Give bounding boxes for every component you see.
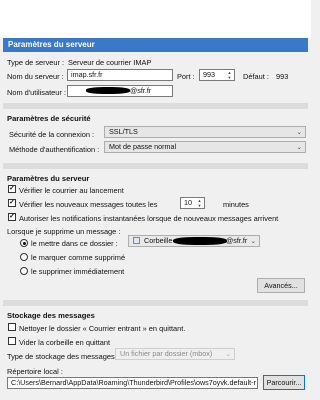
advanced-button[interactable]: Avancés... bbox=[257, 278, 305, 293]
port-input[interactable]: 993 ▲ ▼ bbox=[199, 69, 235, 81]
port-label: Port : bbox=[177, 72, 195, 81]
move-to-folder-label: le mettre dans ce dossier : bbox=[31, 239, 118, 248]
port-value: 993 bbox=[203, 70, 215, 79]
server-name-input[interactable]: imap.sfr.fr bbox=[67, 69, 173, 81]
push-notification-label: Autoriser les notifications instantanées… bbox=[19, 214, 279, 223]
empty-trash-label: Vider la corbeille en quittant bbox=[19, 338, 111, 347]
chevron-down-icon: ⌄ bbox=[225, 351, 231, 358]
connection-security-select[interactable]: SSL/TLS ⌄ bbox=[104, 126, 306, 138]
clean-inbox-checkbox[interactable] bbox=[8, 323, 16, 331]
check-every-label: Vérifier les nouveaux messages toutes le… bbox=[19, 200, 158, 209]
check-every-suffix: minutes bbox=[223, 200, 249, 209]
check-every-checkbox[interactable]: ✓ bbox=[8, 199, 16, 207]
storage-heading: Stockage des messages bbox=[7, 311, 95, 320]
move-to-folder-radio[interactable] bbox=[20, 239, 28, 247]
connection-security-label: Sécurité de la connexion : bbox=[9, 130, 95, 139]
clean-inbox-label: Nettoyer le dossier « Courrier entrant »… bbox=[19, 324, 186, 333]
trash-folder-suffix: @sfr.fr bbox=[226, 236, 248, 245]
auth-method-label: Méthode d'authentification : bbox=[9, 145, 100, 154]
port-stepper-icon[interactable]: ▲ ▼ bbox=[226, 70, 233, 80]
server-settings-title: Paramètres du serveur bbox=[3, 38, 308, 52]
empty-trash-checkbox[interactable] bbox=[8, 337, 16, 345]
redaction-mark bbox=[86, 87, 130, 94]
username-label: Nom d'utilisateur : bbox=[7, 88, 66, 97]
storage-type-select: Un fichier par dossier (mbox) ⌄ bbox=[115, 348, 235, 360]
username-input[interactable]: @sfr.fr bbox=[67, 85, 173, 97]
delete-behavior-label: Lorsque je supprime un message : bbox=[7, 227, 121, 236]
chevron-down-icon: ⌄ bbox=[296, 129, 302, 136]
chevron-down-icon: ⌄ bbox=[250, 238, 256, 245]
mark-deleted-radio[interactable] bbox=[20, 253, 28, 261]
check-startup-checkbox[interactable]: ✓ bbox=[8, 185, 16, 193]
browse-button[interactable]: Parcourir... bbox=[263, 375, 305, 390]
check-interval-value: 10 bbox=[184, 198, 192, 207]
default-port-label: Défaut : bbox=[243, 72, 269, 81]
connection-security-value: SSL/TLS bbox=[109, 127, 138, 136]
auth-method-select[interactable]: Mot de passe normal ⌄ bbox=[104, 141, 306, 153]
chevron-down-icon: ⌄ bbox=[296, 144, 302, 151]
default-port-value: 993 bbox=[276, 72, 289, 81]
trash-folder-icon bbox=[133, 237, 140, 244]
mark-deleted-label: le marquer comme supprimé bbox=[31, 253, 126, 262]
trash-folder-value: Corbeille bbox=[144, 236, 173, 245]
push-notification-checkbox[interactable]: ✓ bbox=[8, 213, 16, 221]
delete-immediately-radio[interactable] bbox=[20, 267, 28, 275]
storage-type-label: Type de stockage des messages : bbox=[7, 352, 119, 361]
redaction-mark bbox=[173, 237, 227, 245]
check-startup-label: Vérifier le courrier au lancement bbox=[19, 186, 124, 195]
interval-stepper-icon[interactable]: ▲ ▼ bbox=[196, 198, 203, 208]
settings-heading: Paramètres du serveur bbox=[7, 174, 90, 183]
server-type-value: Serveur de courrier IMAP bbox=[68, 58, 152, 67]
server-type-label: Type de serveur : bbox=[7, 58, 65, 67]
local-dir-label: Répertoire local : bbox=[7, 367, 63, 376]
top-blank bbox=[0, 0, 311, 38]
auth-method-value: Mot de passe normal bbox=[109, 142, 177, 151]
username-value: @sfr.fr bbox=[130, 86, 152, 95]
check-interval-input[interactable]: 10 ▲ ▼ bbox=[180, 197, 205, 209]
security-heading: Paramètres de sécurité bbox=[7, 114, 91, 123]
storage-type-value: Un fichier par dossier (mbox) bbox=[120, 349, 213, 358]
delete-immediately-label: le supprimer immédiatement bbox=[31, 267, 125, 276]
trash-folder-select[interactable]: Corbeille @sfr.fr ⌄ bbox=[128, 235, 260, 247]
local-dir-input[interactable]: C:\Users\Bernard\AppData\Roaming\Thunder… bbox=[7, 377, 258, 389]
server-name-label: Nom du serveur : bbox=[7, 72, 64, 81]
